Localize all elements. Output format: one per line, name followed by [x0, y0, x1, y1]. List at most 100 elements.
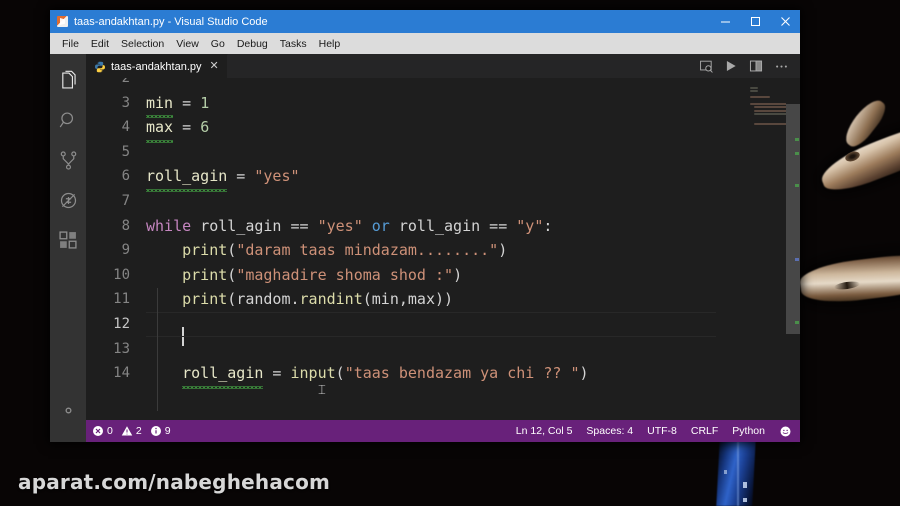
- fabric-highlight: [724, 470, 727, 474]
- code-token: print: [182, 265, 228, 284]
- code-token: ): [498, 241, 508, 260]
- overview-mark: [795, 152, 799, 155]
- code-token: min: [146, 91, 174, 118]
- watermark: aparat.com/nabeghehacom: [18, 470, 331, 494]
- branch-decoration-lower: [798, 249, 900, 307]
- line-number: 7: [121, 192, 130, 209]
- code-line-content: while roll_agin == "yes" or roll_agin ==…: [146, 214, 744, 239]
- cursor-position[interactable]: Ln 12, Col 5: [509, 425, 580, 437]
- workbench: taas-andakhtan.py ✕ 2 3 min = 1 4 max = …: [50, 54, 800, 442]
- play-icon[interactable]: [720, 54, 742, 78]
- problems-status[interactable]: 0 2 9: [92, 425, 178, 437]
- code-line[interactable]: 3 min = 1: [86, 91, 744, 118]
- code-token: 1: [200, 93, 210, 112]
- code-line[interactable]: 12: [86, 311, 744, 347]
- screen: aparat.com/nabeghehacom taas-andakhtan.p…: [0, 0, 900, 506]
- code-line[interactable]: 11 print(random.randint(min,max)): [86, 287, 744, 312]
- gear-icon[interactable]: [50, 390, 86, 430]
- code-editor[interactable]: 2 3 min = 1 4 max = 6 5 6 roll_agin = "yes" 7 8 wh…: [86, 78, 800, 420]
- menu-item-file[interactable]: File: [56, 36, 85, 52]
- code-token: ,: [398, 290, 408, 309]
- code-line[interactable]: 5: [86, 140, 744, 165]
- smiley-icon[interactable]: [772, 425, 794, 438]
- code-line-content: max = 6: [146, 115, 744, 143]
- line-number: 14: [113, 365, 130, 382]
- split-editor-icon[interactable]: [745, 54, 767, 78]
- overview-mark: [795, 184, 799, 187]
- code-line[interactable]: 4 max = 6: [86, 115, 744, 143]
- menu-item-selection[interactable]: Selection: [115, 36, 170, 52]
- status-bar-left: 0 2 9: [86, 425, 178, 437]
- minimize-icon[interactable]: [710, 10, 740, 33]
- code-line[interactable]: 2: [86, 78, 744, 91]
- eol-status[interactable]: CRLF: [684, 425, 725, 437]
- menu-item-edit[interactable]: Edit: [85, 36, 115, 52]
- preview-icon[interactable]: [695, 54, 717, 78]
- menu-item-view[interactable]: View: [170, 36, 205, 52]
- line-number: 4: [121, 119, 130, 136]
- code-line[interactable]: 8 while roll_agin == "yes" or roll_agin =…: [86, 214, 744, 239]
- code-token: random: [236, 290, 291, 309]
- minimap-line: [750, 86, 759, 89]
- code-token: =: [263, 364, 291, 383]
- tab-bar: taas-andakhtan.py ✕: [86, 54, 800, 78]
- vscode-icon: [57, 16, 68, 27]
- menu-item-debug[interactable]: Debug: [231, 36, 274, 52]
- files-icon[interactable]: [50, 60, 86, 100]
- maximize-icon[interactable]: [740, 10, 770, 33]
- code-token: =: [227, 167, 255, 186]
- language-status[interactable]: Python: [725, 425, 772, 437]
- line-number: 6: [121, 168, 130, 185]
- code-token: roll_agin: [146, 164, 228, 192]
- line-number: 12: [113, 315, 130, 332]
- code-token: (: [227, 290, 237, 309]
- extensions-icon[interactable]: [50, 220, 86, 260]
- code-token: .: [290, 290, 300, 309]
- code-line[interactable]: 13: [86, 337, 744, 362]
- fabric-seam: [737, 440, 739, 506]
- code-line[interactable]: 14 roll_agin = input("taas bendazam ya c…: [86, 361, 744, 389]
- tab-taas-andakhtan-py[interactable]: taas-andakhtan.py ✕: [86, 54, 228, 78]
- ellipsis-icon[interactable]: [770, 54, 792, 78]
- mouse-cursor-ibeam: ⌶: [318, 383, 326, 398]
- minimap-line: [750, 89, 759, 92]
- debug-icon[interactable]: [50, 180, 86, 220]
- editor-scrollbar[interactable]: [786, 78, 800, 420]
- code-line[interactable]: 6 roll_agin = "yes": [86, 164, 744, 192]
- overview-mark: [795, 138, 799, 141]
- menu-item-go[interactable]: Go: [205, 36, 231, 52]
- menu-item-help[interactable]: Help: [313, 36, 347, 52]
- editor-actions: [695, 54, 800, 78]
- close-icon[interactable]: ✕: [209, 61, 220, 72]
- close-icon[interactable]: [770, 10, 800, 33]
- error-icon: [93, 426, 103, 436]
- status-bar: 0 2 9 Ln 12, Col 5 Spaces: 4 UTF-8 CRLF …: [86, 420, 800, 442]
- code-line[interactable]: 7: [86, 189, 744, 214]
- overview-mark: [795, 258, 799, 261]
- status-bar-right: Ln 12, Col 5 Spaces: 4 UTF-8 CRLF Python: [509, 425, 800, 438]
- minimap-line: [754, 112, 789, 115]
- code-text-area[interactable]: 2 3 min = 1 4 max = 6 5 6 roll_agin = "yes" 7 8 wh…: [86, 78, 744, 420]
- source-control-icon[interactable]: [50, 140, 86, 180]
- search-icon[interactable]: [50, 100, 86, 140]
- code-line[interactable]: 10 print("maghadire shoma shod :"): [86, 263, 744, 288]
- code-line[interactable]: 9 print("daram taas mindazam........"): [86, 238, 744, 263]
- line-number: 3: [121, 94, 130, 111]
- minimap-line: [750, 96, 770, 99]
- code-lines: 2 3 min = 1 4 max = 6 5 6 roll_agin = "yes" 7 8 wh…: [86, 78, 744, 389]
- code-token: (: [227, 265, 237, 284]
- code-token: (: [335, 364, 345, 383]
- code-token: min: [371, 290, 399, 309]
- code-token: while: [146, 216, 192, 235]
- menu-item-tasks[interactable]: Tasks: [274, 36, 313, 52]
- line-number: 10: [113, 266, 130, 283]
- indentation-status[interactable]: Spaces: 4: [579, 425, 640, 437]
- indent-guide: [157, 288, 158, 411]
- encoding-status[interactable]: UTF-8: [640, 425, 684, 437]
- fabric-decoration: [716, 440, 756, 506]
- code-token: 6: [200, 118, 210, 137]
